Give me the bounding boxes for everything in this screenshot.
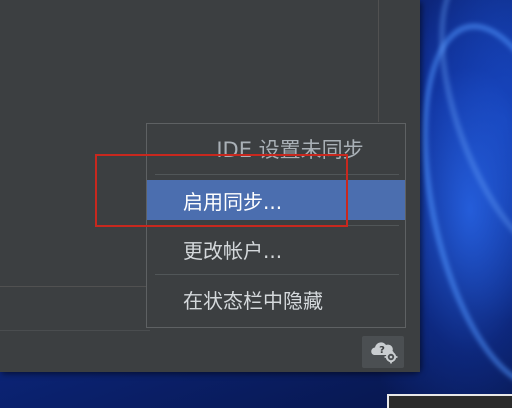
menu-separator xyxy=(155,174,399,175)
menu-item-change-account[interactable]: 更改帐户... xyxy=(147,229,405,269)
menu-item-label: 更改帐户... xyxy=(183,238,283,263)
menu-item-enable-sync[interactable]: 启用同步... xyxy=(147,180,405,220)
svg-text:?: ? xyxy=(379,345,385,356)
menu-header-title: IDE 设置未同步 xyxy=(216,138,364,162)
panel-divider xyxy=(0,286,150,287)
menu-separator xyxy=(155,225,399,226)
menu-item-label: 启用同步... xyxy=(183,189,283,214)
menu-item-hide-in-status-bar[interactable]: 在状态栏中隐藏 xyxy=(147,279,405,319)
settings-sync-status-button[interactable]: ? xyxy=(362,336,404,368)
menu-item-label: 在状态栏中隐藏 xyxy=(183,288,323,313)
background-window-edge xyxy=(387,394,512,408)
cloud-question-gear-icon: ? xyxy=(368,336,398,368)
status-bar xyxy=(0,331,420,372)
menu-separator xyxy=(155,274,399,275)
sync-popup-menu: IDE 设置未同步 启用同步... 更改帐户... 在状态栏中隐藏 xyxy=(146,123,406,328)
editor-panel xyxy=(0,0,379,122)
